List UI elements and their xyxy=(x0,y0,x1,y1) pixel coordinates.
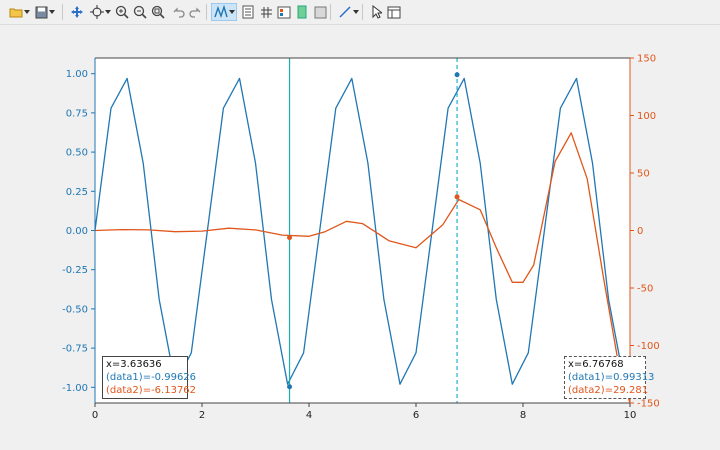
figure-toolbar xyxy=(0,0,720,25)
zoom-in-icon xyxy=(115,5,129,19)
panel-button[interactable] xyxy=(386,3,402,21)
select-arrow-icon xyxy=(371,5,382,19)
pan-button[interactable] xyxy=(68,3,86,21)
left-tick-label: 0.00 xyxy=(66,226,88,237)
x-tick-label: 10 xyxy=(624,410,637,421)
data-tips-button[interactable] xyxy=(211,3,237,21)
data-tip-1-x: x=3.63636 xyxy=(106,359,162,370)
data-tip-2-data1: (data1)=0.99313 xyxy=(568,372,655,383)
legend-icon xyxy=(242,5,254,19)
data-tip-2-data2: (data2)=29.281 xyxy=(568,385,649,396)
left-tick-label: 0.25 xyxy=(66,187,88,198)
left-tick-label: -0.25 xyxy=(62,265,88,276)
select-arrow-button[interactable] xyxy=(368,3,384,21)
zoom-fit-icon xyxy=(151,5,165,19)
toolbar-separator xyxy=(206,4,207,20)
right-tick-label: -150 xyxy=(637,399,660,410)
left-tick-label: -0.50 xyxy=(62,304,88,315)
properties-button[interactable] xyxy=(276,3,292,21)
zoom-in-button[interactable] xyxy=(114,3,130,21)
pan-icon xyxy=(70,5,84,19)
cursor-2-point-data1 xyxy=(454,72,460,78)
open-file-icon xyxy=(9,6,23,18)
right-tick-label: -50 xyxy=(637,284,653,295)
box-button[interactable] xyxy=(312,3,328,21)
right-tick-label: 0 xyxy=(637,226,643,237)
chevron-down-icon xyxy=(23,10,30,14)
cursor-2-point-data2 xyxy=(454,194,460,200)
box-icon xyxy=(314,6,327,19)
chevron-down-icon xyxy=(352,10,359,14)
cursor-1-point-data1 xyxy=(287,384,293,390)
x-tick-label: 8 xyxy=(520,410,526,421)
left-tick-label: -0.75 xyxy=(62,344,88,355)
x-tick-label: 4 xyxy=(306,410,312,421)
colorbar-icon xyxy=(297,5,307,19)
toolbar-separator xyxy=(330,4,331,20)
zoom-fit-button[interactable] xyxy=(150,3,166,21)
chevron-down-icon xyxy=(228,10,235,14)
data-tip-1[interactable]: x=3.63636 (data1)=-0.99626 (data2)=-6.13… xyxy=(102,356,197,399)
left-tick-label: 0.50 xyxy=(66,148,88,159)
data-tips-icon xyxy=(213,5,228,19)
right-tick-label: 50 xyxy=(637,169,650,180)
undo-button[interactable] xyxy=(170,3,186,21)
redo-button[interactable] xyxy=(188,3,204,21)
data-cursor-icon xyxy=(89,5,104,19)
save-button[interactable] xyxy=(34,3,56,21)
properties-icon xyxy=(277,6,291,19)
right-tick-label: -100 xyxy=(637,341,660,352)
redo-icon xyxy=(189,6,203,18)
chevron-down-icon xyxy=(104,10,111,14)
cursor-1-point-data2 xyxy=(287,235,293,241)
x-tick-label: 6 xyxy=(413,410,419,421)
data-tip-2-x: x=6.76768 xyxy=(568,359,624,370)
data-cursor-button[interactable] xyxy=(88,3,112,21)
x-tick-label: 0 xyxy=(92,410,98,421)
plot-area xyxy=(95,58,630,403)
chevron-down-icon xyxy=(49,10,55,14)
panel-icon xyxy=(387,6,401,19)
left-tick-label: 1.00 xyxy=(66,69,88,80)
zoom-out-icon xyxy=(133,5,147,19)
legend-button[interactable] xyxy=(240,3,256,21)
zoom-out-button[interactable] xyxy=(132,3,148,21)
colorbar-button[interactable] xyxy=(294,3,310,21)
grid-icon xyxy=(260,6,273,19)
right-tick-label: 100 xyxy=(637,111,656,122)
grid-button[interactable] xyxy=(258,3,274,21)
save-icon xyxy=(35,6,48,19)
toolbar-separator xyxy=(62,4,63,20)
left-tick-label: 0.75 xyxy=(66,108,88,119)
line-tool-button[interactable] xyxy=(336,3,360,21)
left-tick-label: -1.00 xyxy=(62,383,88,394)
right-tick-label: 150 xyxy=(637,54,656,65)
open-file-button[interactable] xyxy=(8,3,30,21)
data-tip-1-data2: (data2)=-6.13762 xyxy=(106,385,197,396)
data-tip-2[interactable]: x=6.76768 (data1)=0.99313 (data2)=29.281 xyxy=(564,356,655,399)
line-tool-icon xyxy=(338,5,352,19)
data-tip-1-data1: (data1)=-0.99626 xyxy=(106,372,197,383)
x-tick-label: 2 xyxy=(199,410,205,421)
undo-icon xyxy=(171,6,185,18)
toolbar-separator xyxy=(362,4,363,20)
